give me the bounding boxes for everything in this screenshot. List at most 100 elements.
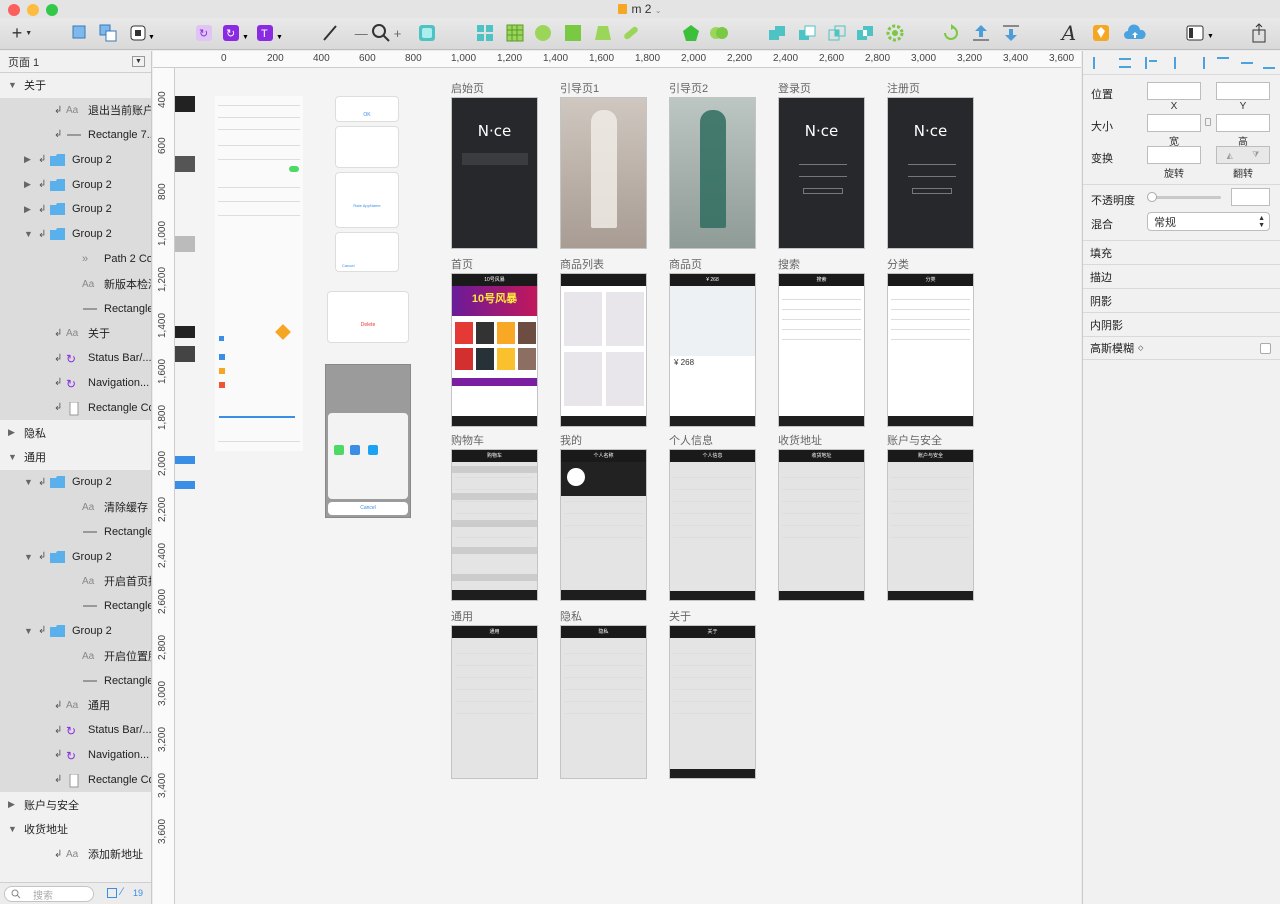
border-section[interactable]: 描边 [1083,264,1280,288]
artboard-title[interactable]: 我的 [560,432,582,448]
layer-row[interactable]: ↲ ↻ Status Bar/... [0,345,151,371]
layer-row[interactable]: Aa 新版本检测 [0,271,151,297]
width-field[interactable] [1147,114,1201,132]
disclosure-open-icon[interactable]: ▼ [24,229,33,239]
layout-grid-icon[interactable] [504,21,526,45]
artboard[interactable]: 分类 [887,273,974,427]
difference-icon[interactable] [854,21,876,45]
rotate-copies-icon[interactable]: ↻ [194,21,214,45]
layer-row[interactable]: Aa 开启位置服务 [0,643,151,669]
layer-row[interactable]: Rectangle... [0,668,151,693]
artboard-title[interactable]: 收货地址 [778,432,822,448]
artboard[interactable]: 个人信息 [669,449,756,601]
group-icon[interactable] [70,21,90,45]
disclosure-open-icon[interactable]: ▼ [24,626,33,636]
align-center-icon[interactable] [1119,58,1131,68]
artboard[interactable]: N·ce [451,97,538,249]
star-icon[interactable] [708,21,730,45]
artboard-title[interactable]: 启始页 [451,80,484,96]
artboard[interactable]: 个人名称 [560,449,647,601]
artboard[interactable]: ¥ 268 ¥ 268 [669,273,756,427]
actionsheet-delete-button[interactable]: Delete [328,322,408,328]
artboard[interactable]: 购物车 [451,449,538,601]
create-symbol-icon[interactable]: ▼ [128,21,158,45]
artboard-title[interactable]: 隐私 [560,608,582,624]
disclosure-open-icon[interactable]: ▼ [8,824,17,834]
layer-row[interactable]: ↲ ↻ Navigation... [0,370,151,396]
gear-icon[interactable] [884,21,906,45]
disclosure-closed-icon[interactable]: ▶ [24,179,31,190]
alert-ok-button[interactable]: OK [335,96,399,122]
updown-icon[interactable]: ◇ [1138,344,1143,352]
search-input[interactable]: 搜索 [4,886,94,902]
share-icon[interactable] [1248,21,1270,45]
align-vcenter-icon[interactable] [1241,57,1253,69]
layer-row[interactable]: » Path 2 Copy [0,246,151,272]
blur-section[interactable]: 高斯模糊 ◇ [1083,336,1280,360]
disclosure-open-icon[interactable]: ▼ [8,452,17,462]
artboard[interactable]: 关于 [669,625,756,779]
trapezoid-icon[interactable] [592,21,614,45]
flip-buttons[interactable]: ◭ ⧩ [1216,146,1270,164]
mask-icon[interactable] [416,21,438,45]
alert-cancel-button[interactable]: Cancel [335,232,399,272]
opacity-slider[interactable] [1147,192,1221,202]
layer-row[interactable]: ▼ ↲ Group 2 [0,469,151,495]
flip-horizontal-icon[interactable]: ◭ [1227,151,1233,160]
artboard[interactable] [669,97,756,249]
disclosure-closed-icon[interactable]: ▶ [8,427,15,438]
layer-row[interactable]: ▼ ↲ Group 2 [0,618,151,644]
union-icon[interactable] [766,21,788,45]
layer-row[interactable]: ▶ ↲ Group 2 [0,147,151,173]
layer-row[interactable]: ↲ Aa 退出当前账户 [0,97,151,123]
artboard[interactable]: 通用 [451,625,538,779]
layer-row[interactable]: Rectangle... [0,296,151,321]
y-field[interactable] [1216,82,1270,100]
download-icon[interactable] [1000,21,1022,45]
oval-icon[interactable] [532,21,554,45]
lock-icon[interactable] [1205,118,1211,126]
artboard-title[interactable]: 首页 [451,256,473,272]
artboard[interactable]: 10号风暴 10号风暴 [451,273,538,427]
artboard-title[interactable]: 注册页 [887,80,920,96]
layer-row[interactable]: ↲ Rectangle Copy [0,767,151,793]
align-hcenter-icon[interactable] [1169,57,1181,69]
layer-row[interactable]: Rectangle... [0,593,151,619]
layer-row[interactable]: ↲ Rectangle Copy [0,395,151,421]
blend-select[interactable]: 常规 ▲ ▼ [1147,212,1270,231]
link-icon[interactable] [620,21,642,45]
layer-row[interactable]: ▶ ↲ Group 2 [0,196,151,222]
artboard-title[interactable]: 账户与安全 [887,432,942,448]
artboard[interactable]: 搜索 [778,273,865,427]
layer-row[interactable]: ↲ Rectangle 7... [0,122,151,148]
align-right-edge-icon[interactable] [1193,57,1205,69]
upload-icon[interactable] [970,21,992,45]
layer-row[interactable]: ↲ Aa 通用 [0,692,151,718]
layer-row[interactable]: ▼ 收货地址 [0,817,151,842]
artboard[interactable] [560,97,647,249]
blur-checkbox[interactable] [1260,343,1271,354]
layer-row[interactable]: ▶ 隐私 [0,420,151,445]
page-selector[interactable]: 页面 1 ▼ [0,51,151,73]
pencil-icon[interactable]: ∕ [121,886,123,898]
layer-row[interactable]: ▼ 关于 [0,73,151,98]
cloud-upload-icon[interactable] [1122,21,1148,45]
layer-row[interactable]: ▼ ↲ Group 2 [0,221,151,247]
symbol-sync-icon[interactable]: ↻ ▼ [222,21,250,45]
subtract-icon[interactable] [796,21,818,45]
alert-rate-button[interactable]: Rate AppName [335,172,399,228]
artboard-title[interactable]: 关于 [669,608,691,624]
fill-section[interactable]: 填充 [1083,240,1280,264]
layer-row[interactable]: Aa 清除缓存 [0,494,151,520]
artboard-title[interactable]: 分类 [887,256,909,272]
text-style-icon[interactable]: T ▼ [256,21,284,45]
zoom-controls[interactable]: — + [348,21,408,45]
x-field[interactable] [1147,82,1201,100]
layer-row[interactable]: Rectangle... [0,519,151,545]
layer-row[interactable]: ↲ Aa 添加新地址 [0,842,151,867]
layer-row[interactable]: ↲ Aa 关于 [0,320,151,346]
export-toggle-icon[interactable] [107,888,117,898]
artboard-title[interactable]: 引导页2 [669,80,708,96]
rotate-field[interactable] [1147,146,1201,164]
layer-row[interactable]: ▼ ↲ Group 2 [0,544,151,569]
